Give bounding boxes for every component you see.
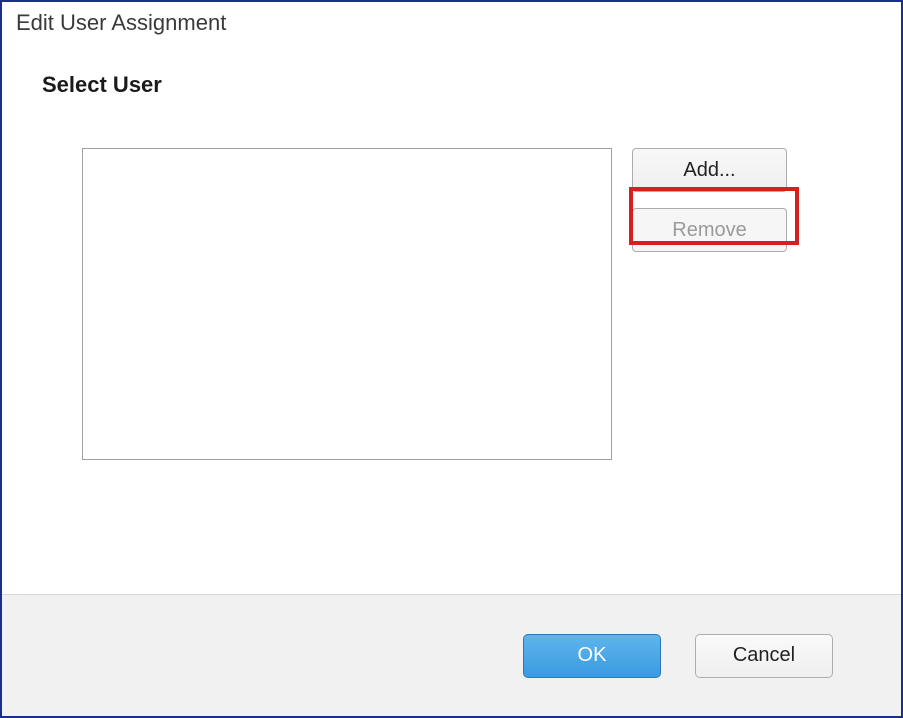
dialog-title: Edit User Assignment [2, 2, 901, 42]
dialog-footer: OK Cancel [2, 594, 901, 716]
select-user-heading: Select User [42, 72, 861, 98]
remove-button: Remove [632, 208, 787, 252]
user-selection-row: Add... Remove [82, 148, 861, 460]
dialog-content: Select User Add... Remove [2, 42, 901, 594]
user-listbox[interactable] [82, 148, 612, 460]
dialog-window: Edit User Assignment Select User Add... … [0, 0, 903, 718]
add-button[interactable]: Add... [632, 148, 787, 192]
cancel-button[interactable]: Cancel [695, 634, 833, 678]
ok-button[interactable]: OK [523, 634, 661, 678]
list-side-buttons: Add... Remove [632, 148, 787, 252]
